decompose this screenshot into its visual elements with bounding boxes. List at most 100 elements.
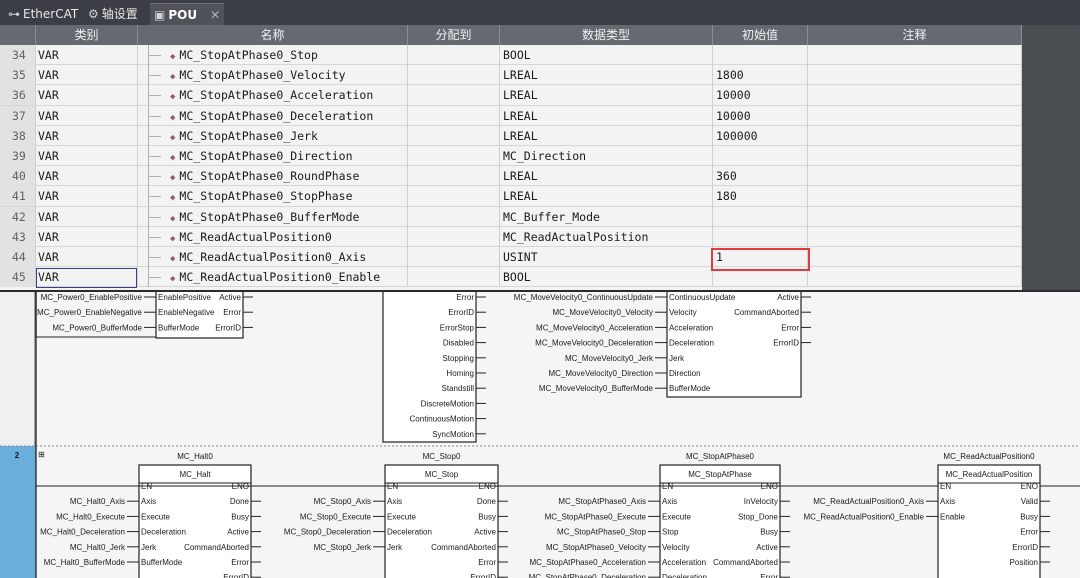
comment-cell[interactable]	[808, 105, 1022, 126]
initial-value-cell[interactable]	[713, 206, 808, 227]
table-row[interactable]: 38 VAR ◆ MC_StopAtPhase0_Jerk LREAL 100000	[0, 125, 1022, 146]
table-row[interactable]: 40 VAR ◆ MC_StopAtPhase0_RoundPhase LREAL 360	[0, 166, 1022, 187]
output-pin: InVelocity	[744, 497, 778, 506]
initial-value-cell[interactable]	[713, 226, 808, 247]
category-cell[interactable]: VAR	[36, 85, 138, 106]
comment-cell[interactable]	[808, 45, 1022, 65]
assigned-cell[interactable]	[408, 267, 500, 288]
initial-value-cell[interactable]: 1800	[713, 65, 808, 86]
assigned-cell[interactable]	[408, 85, 500, 106]
comment-cell[interactable]	[808, 247, 1022, 267]
table-row[interactable]: 36 VAR ◆ MC_StopAtPhase0_Acceleration LREAL 1…	[0, 85, 1022, 106]
initial-value-cell[interactable]: 360	[713, 166, 808, 187]
comment-cell[interactable]	[808, 267, 1022, 288]
category-cell[interactable]: VAR	[36, 125, 138, 146]
name-cell[interactable]: ◆ MC_ReadActualPosition0	[138, 226, 408, 247]
category-cell[interactable]: VAR	[36, 65, 138, 86]
assigned-cell[interactable]	[408, 146, 500, 166]
header-data-type[interactable]: 数据类型	[500, 25, 713, 45]
fbd-editor[interactable]: 2 ⊞ EnablePositive MC_Power0_EnablePositive…	[0, 290, 1080, 578]
data-type-cell[interactable]: USINT	[500, 247, 713, 267]
header-category[interactable]: 类别	[36, 25, 138, 45]
variable-name: MC_ReadActualPosition0	[179, 229, 332, 244]
data-type-cell[interactable]: BOOL	[500, 45, 713, 65]
data-type-cell[interactable]: MC_Direction	[500, 146, 713, 166]
name-cell[interactable]: ◆ MC_StopAtPhase0_Jerk	[138, 125, 408, 146]
name-cell[interactable]: ◆ MC_StopAtPhase0_BufferMode	[138, 206, 408, 227]
table-row[interactable]: 43 VAR ◆ MC_ReadActualPosition0 MC_ReadActua…	[0, 226, 1022, 247]
comment-cell[interactable]	[808, 226, 1022, 247]
header-comment[interactable]: 注释	[808, 25, 1022, 45]
table-row[interactable]: 45 VAR ◆ MC_ReadActualPosition0_Enable BOOL	[0, 267, 1022, 288]
comment-cell[interactable]	[808, 166, 1022, 187]
category-cell[interactable]: VAR	[36, 206, 138, 227]
data-type-cell[interactable]: MC_Buffer_Mode	[500, 206, 713, 227]
header-assigned-to[interactable]: 分配到	[408, 25, 500, 45]
tab-pou[interactable]: ▣ POU ✕	[150, 3, 224, 25]
comment-cell[interactable]	[808, 65, 1022, 86]
assigned-cell[interactable]	[408, 206, 500, 227]
close-icon[interactable]: ✕	[210, 5, 220, 25]
tree-connector	[148, 105, 164, 126]
initial-value-cell[interactable]: 10000	[713, 105, 808, 126]
name-cell[interactable]: ◆ MC_StopAtPhase0_Deceleration	[138, 105, 408, 126]
comment-cell[interactable]	[808, 146, 1022, 166]
data-type-cell[interactable]: LREAL	[500, 85, 713, 106]
name-cell[interactable]: ◆ MC_StopAtPhase0_Velocity	[138, 65, 408, 86]
fbd-canvas[interactable]: 2 ⊞ EnablePositive MC_Power0_EnablePositive…	[0, 292, 1080, 578]
assigned-cell[interactable]	[408, 186, 500, 207]
initial-value-cell[interactable]	[713, 45, 808, 65]
assigned-cell[interactable]	[408, 45, 500, 65]
initial-value-cell[interactable]	[713, 146, 808, 166]
table-row[interactable]: 37 VAR ◆ MC_StopAtPhase0_Deceleration LREAL 1…	[0, 105, 1022, 126]
input-pin: Deceleration	[662, 573, 707, 578]
name-cell[interactable]: ◆ MC_StopAtPhase0_Acceleration	[138, 85, 408, 106]
category-cell[interactable]: VAR	[36, 45, 138, 65]
category-cell[interactable]: VAR	[36, 186, 138, 207]
initial-value-cell[interactable]: 100000	[713, 125, 808, 146]
initial-value-cell[interactable]: 180	[713, 186, 808, 207]
comment-cell[interactable]	[808, 85, 1022, 106]
table-row[interactable]: 35 VAR ◆ MC_StopAtPhase0_Velocity LREAL 1800	[0, 65, 1022, 86]
comment-cell[interactable]	[808, 125, 1022, 146]
assigned-cell[interactable]	[408, 226, 500, 247]
table-row[interactable]: 34 VAR ◆ MC_StopAtPhase0_Stop BOOL	[0, 45, 1022, 66]
category-cell[interactable]: VAR	[36, 247, 138, 267]
input-variable: MC_MoveVelocity0_Velocity	[553, 308, 654, 317]
category-cell[interactable]: VAR	[36, 146, 138, 166]
data-type-cell[interactable]: LREAL	[500, 105, 713, 126]
comment-cell[interactable]	[808, 206, 1022, 227]
tab-ethercat[interactable]: ⊶ EtherCAT	[4, 3, 78, 25]
header-name[interactable]: 名称	[138, 25, 408, 45]
name-cell[interactable]: ◆ MC_ReadActualPosition0_Axis	[138, 247, 408, 267]
name-cell[interactable]: ◆ MC_StopAtPhase0_Direction	[138, 146, 408, 166]
category-cell[interactable]: VAR	[36, 226, 138, 247]
data-type-cell[interactable]: LREAL	[500, 65, 713, 86]
table-row[interactable]: 44 VAR ◆ MC_ReadActualPosition0_Axis USINT 1	[0, 247, 1022, 268]
category-cell[interactable]: VAR	[36, 166, 138, 187]
assigned-cell[interactable]	[408, 166, 500, 187]
initial-value-cell[interactable]: 10000	[713, 85, 808, 106]
assigned-cell[interactable]	[408, 105, 500, 126]
assigned-cell[interactable]	[408, 247, 500, 267]
name-cell[interactable]: ◆ MC_ReadActualPosition0_Enable	[138, 267, 408, 288]
output-pin: Error	[231, 558, 249, 567]
assigned-cell[interactable]	[408, 65, 500, 86]
data-type-cell[interactable]: MC_ReadActualPosition	[500, 226, 713, 247]
table-row[interactable]: 39 VAR ◆ MC_StopAtPhase0_Direction MC_Direct…	[0, 146, 1022, 167]
header-initial-value[interactable]: 初始值	[713, 25, 808, 45]
data-type-cell[interactable]: BOOL	[500, 267, 713, 288]
table-row[interactable]: 42 VAR ◆ MC_StopAtPhase0_BufferMode MC_Buffe…	[0, 206, 1022, 227]
comment-cell[interactable]	[808, 186, 1022, 207]
data-type-cell[interactable]: LREAL	[500, 186, 713, 207]
assigned-cell[interactable]	[408, 125, 500, 146]
data-type-cell[interactable]: LREAL	[500, 125, 713, 146]
name-cell[interactable]: ◆ MC_StopAtPhase0_RoundPhase	[138, 166, 408, 187]
table-row[interactable]: 41 VAR ◆ MC_StopAtPhase0_StopPhase LREAL 180	[0, 186, 1022, 207]
name-cell[interactable]: ◆ MC_StopAtPhase0_Stop	[138, 45, 408, 65]
name-cell[interactable]: ◆ MC_StopAtPhase0_StopPhase	[138, 186, 408, 207]
category-cell[interactable]: VAR	[36, 105, 138, 126]
variable-name: MC_StopAtPhase0_Acceleration	[179, 88, 374, 103]
data-type-cell[interactable]: LREAL	[500, 166, 713, 187]
tab-axis-settings[interactable]: ⚙ 轴设置	[84, 3, 146, 25]
